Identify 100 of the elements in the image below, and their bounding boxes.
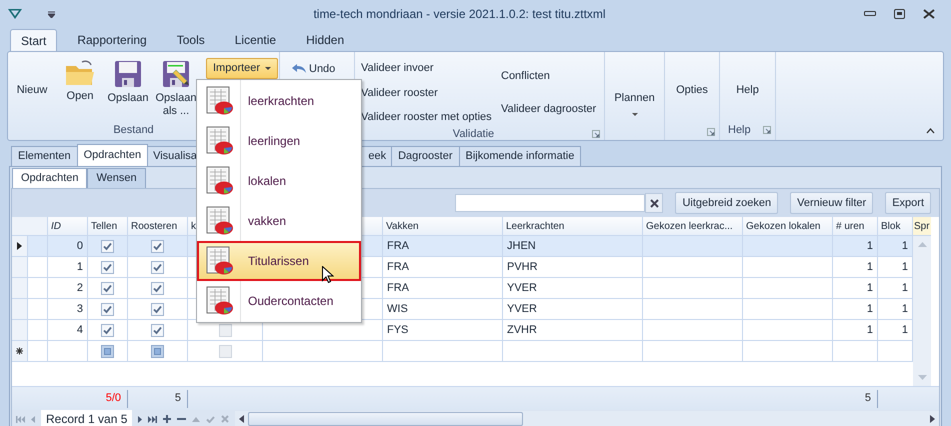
help-button[interactable]: Help xyxy=(736,82,759,98)
checkbox[interactable] xyxy=(101,344,114,358)
spreadsheet-chart-icon xyxy=(206,86,234,116)
checkbox[interactable] xyxy=(151,240,164,252)
row-indicator xyxy=(12,278,28,299)
spreadsheet-chart-icon xyxy=(206,166,234,196)
app-logo-icon[interactable] xyxy=(8,9,22,19)
add-icon[interactable] xyxy=(163,415,172,423)
dialog-launcher-icon[interactable] xyxy=(763,126,771,134)
scroll-left-icon[interactable] xyxy=(239,415,244,423)
row-indicator xyxy=(12,320,28,341)
folder-icon xyxy=(64,58,96,88)
next-record-icon[interactable] xyxy=(138,416,142,422)
column-header[interactable]: Tellen xyxy=(88,217,128,236)
collapse-ribbon-icon[interactable] xyxy=(926,128,935,134)
menu-item[interactable]: lokalen xyxy=(197,161,361,201)
menu-item[interactable]: leerkrachten xyxy=(197,81,361,121)
column-header[interactable]: # uren xyxy=(833,217,878,236)
undo-button[interactable]: Undo xyxy=(292,61,336,78)
tab[interactable]: Dagrooster xyxy=(391,146,460,166)
search-field[interactable] xyxy=(455,194,646,212)
tab[interactable]: Opdrachten xyxy=(76,144,148,166)
column-header[interactable]: Gekozen leerkrac... xyxy=(643,217,743,236)
current-row-icon xyxy=(17,242,22,250)
tab[interactable]: Opdrachten xyxy=(12,168,88,188)
column-header[interactable]: Roosteren xyxy=(128,217,188,236)
spreadsheet-chart-icon xyxy=(206,246,234,276)
spreadsheet-chart-icon xyxy=(206,126,234,156)
ribbon-button[interactable]: Valideer rooster met opties xyxy=(361,109,501,126)
ribbon-button[interactable]: Opslaan xyxy=(106,58,150,105)
mouse-cursor-icon xyxy=(322,266,334,283)
maximize-icon[interactable] xyxy=(894,9,905,19)
asterisk-icon xyxy=(16,347,23,355)
checkmark-icon[interactable] xyxy=(206,416,216,422)
summary-cell: 5 xyxy=(128,390,188,408)
record-indicator: Record 1 van 5 xyxy=(41,410,132,426)
tab[interactable]: Bijkomende informatie xyxy=(458,146,582,166)
ribbon-tab[interactable]: Start xyxy=(10,29,58,51)
ribbon-button[interactable]: Opslaan als ... xyxy=(154,58,198,118)
new-button[interactable]: Nieuw xyxy=(10,58,54,97)
caret-icon xyxy=(265,66,272,70)
tab[interactable]: Wensen xyxy=(87,168,146,188)
checkbox[interactable] xyxy=(151,260,164,274)
column-header[interactable]: Blok xyxy=(878,217,913,236)
checkbox[interactable] xyxy=(151,302,164,316)
floppy-pencil-icon xyxy=(160,58,192,90)
checkbox[interactable] xyxy=(101,282,114,294)
ribbon-tab[interactable]: Hidden xyxy=(296,29,354,51)
checkbox[interactable] xyxy=(151,344,164,358)
summary-cell: 5/0 xyxy=(88,390,128,408)
column-header[interactable]: Leerkrachten xyxy=(503,217,643,236)
dialog-launcher-icon[interactable] xyxy=(707,128,715,136)
ribbon-button[interactable]: Valideer dagrooster xyxy=(501,100,596,117)
quick-access-menu-icon[interactable] xyxy=(48,10,55,18)
group-label: Bestand xyxy=(112,122,155,138)
scroll-right-icon[interactable] xyxy=(930,415,935,423)
ribbon-button[interactable]: Valideer invoer xyxy=(361,60,501,76)
minimize-icon[interactable] xyxy=(864,11,876,17)
toolbar-button[interactable]: Export xyxy=(885,192,931,214)
ribbon-button[interactable]: Valideer rooster xyxy=(361,84,501,101)
checkbox[interactable] xyxy=(151,324,164,336)
spreadsheet-chart-icon xyxy=(206,206,234,236)
column-header[interactable]: Spr xyxy=(913,217,931,236)
checkbox[interactable] xyxy=(151,282,164,294)
toolbar-button[interactable]: Uitgebreid zoeken xyxy=(675,192,778,214)
spreadsheet-chart-icon xyxy=(206,286,234,316)
checkbox[interactable] xyxy=(101,302,114,316)
toolbar-button[interactable]: Vernieuw filter xyxy=(790,192,874,214)
tab[interactable]: Elementen xyxy=(11,146,78,166)
ribbon-button[interactable]: Conflicten xyxy=(501,68,596,84)
table-row[interactable]: 4 FYS ZVHR 1 1 xyxy=(12,320,913,341)
ribbon-tab[interactable]: Licentie xyxy=(224,29,286,51)
row-indicator xyxy=(12,257,28,278)
last-record-icon[interactable] xyxy=(148,416,158,422)
column-header[interactable]: Vakken xyxy=(383,217,503,236)
column-header[interactable]: Gekozen lokalen xyxy=(743,217,833,236)
import-dropdown-button[interactable]: Importeer xyxy=(206,58,278,79)
ribbon-button[interactable]: Open xyxy=(58,58,102,103)
checkbox[interactable] xyxy=(101,260,114,274)
group-label: Validatie xyxy=(452,126,496,142)
close-icon xyxy=(650,198,659,208)
clear-search-button[interactable] xyxy=(645,193,664,213)
summary-cell: 5 xyxy=(833,390,878,408)
options-button[interactable]: Opties xyxy=(676,82,708,98)
ribbon-tab[interactable]: Tools xyxy=(166,29,215,51)
dialog-launcher-icon[interactable] xyxy=(592,130,600,138)
group-label: Help xyxy=(728,122,752,138)
horizontal-scrollbar[interactable] xyxy=(235,411,939,426)
plan-dropdown-button[interactable]: Plannen xyxy=(614,90,655,118)
ribbon-tab[interactable]: Rapportering xyxy=(67,29,157,51)
menu-item[interactable]: leerlingen xyxy=(197,121,361,161)
undo-arrow-icon xyxy=(292,64,306,74)
checkbox[interactable] xyxy=(101,240,114,252)
scrollbar-thumb[interactable] xyxy=(248,412,524,426)
menu-item[interactable]: Titularissen xyxy=(197,241,361,281)
column-header[interactable]: ID xyxy=(48,217,88,236)
close-icon[interactable] xyxy=(923,9,935,19)
row-indicator xyxy=(12,299,28,320)
checkbox[interactable] xyxy=(101,324,114,336)
window-title: time-tech mondriaan - versie 2021.1.0.2: test titu.zttxml xyxy=(312,6,607,23)
